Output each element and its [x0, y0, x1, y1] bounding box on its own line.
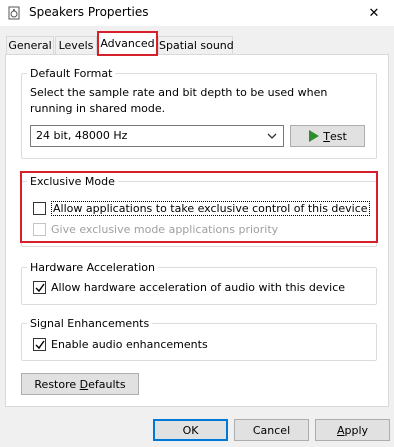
apply-button[interactable]: Apply [315, 419, 390, 441]
exclusive-control-label: Allow applications to take exclusive con… [51, 200, 370, 216]
exclusive-priority-option[interactable]: Give exclusive mode applications priorit… [33, 221, 278, 237]
hardware-acceleration-legend: Hardware Acceleration [30, 261, 155, 274]
speaker-icon [8, 6, 20, 20]
hardware-acceleration-checkbox[interactable] [33, 280, 46, 294]
chevron-down-icon [267, 133, 277, 139]
advanced-panel: Default Format Select the sample rate an… [5, 54, 389, 407]
sample-rate-dropdown[interactable]: 24 bit, 48000 Hz [30, 125, 284, 147]
cancel-button[interactable]: Cancel [234, 419, 309, 441]
restore-defaults-label-end: efaults [88, 377, 126, 391]
test-button-label: est [329, 129, 347, 143]
restore-defaults-accesskey: D [79, 377, 89, 391]
title-bar: Speakers Properties ✕ [0, 0, 394, 26]
apply-accesskey: A [336, 423, 345, 437]
tab-levels[interactable]: Levels [55, 36, 97, 55]
exclusive-control-checkbox[interactable] [33, 201, 46, 215]
tab-label: Spatial sound [159, 39, 234, 52]
tab-general[interactable]: General [6, 36, 54, 55]
tab-strip: General Levels Advanced Spatial sound [0, 32, 394, 56]
tab-advanced[interactable]: Advanced [98, 32, 157, 56]
test-button-accesskey: T [323, 129, 330, 143]
sample-rate-value: 24 bit, 48000 Hz [36, 129, 128, 142]
ok-label: OK [182, 423, 199, 437]
tab-label: General [8, 39, 52, 52]
exclusive-priority-checkbox[interactable] [33, 222, 46, 236]
enhancements-label: Enable audio enhancements [51, 337, 208, 351]
exclusive-control-option[interactable]: Allow applications to take exclusive con… [33, 200, 370, 216]
exclusive-mode-legend: Exclusive Mode [30, 175, 115, 188]
tab-label: Advanced [100, 37, 155, 50]
apply-label: pply [344, 423, 369, 437]
enhancements-option[interactable]: Enable audio enhancements [33, 336, 208, 352]
hardware-acceleration-option[interactable]: Allow hardware acceleration of audio wit… [33, 279, 345, 295]
restore-defaults-label-start: Restore [34, 377, 80, 391]
close-icon: ✕ [368, 5, 380, 21]
default-format-description: Select the sample rate and bit depth to … [30, 86, 328, 115]
close-button[interactable]: ✕ [354, 0, 394, 26]
restore-defaults-button[interactable]: Restore Defaults [21, 373, 139, 395]
signal-enhancements-legend: Signal Enhancements [30, 317, 150, 330]
checkmark-icon [35, 340, 45, 349]
ok-button[interactable]: OK [153, 419, 228, 441]
window-title: Speakers Properties [29, 5, 149, 19]
play-icon [309, 130, 320, 142]
exclusive-priority-label: Give exclusive mode applications priorit… [51, 222, 279, 236]
tab-label: Levels [58, 39, 94, 52]
checkmark-icon [35, 283, 45, 292]
tab-spatial-sound[interactable]: Spatial sound [158, 36, 234, 55]
default-format-legend: Default Format [30, 67, 113, 80]
enhancements-checkbox[interactable] [33, 337, 46, 351]
hardware-acceleration-label: Allow hardware acceleration of audio wit… [51, 280, 346, 294]
test-button[interactable]: Test [290, 125, 365, 147]
cancel-label: Cancel [252, 423, 291, 437]
